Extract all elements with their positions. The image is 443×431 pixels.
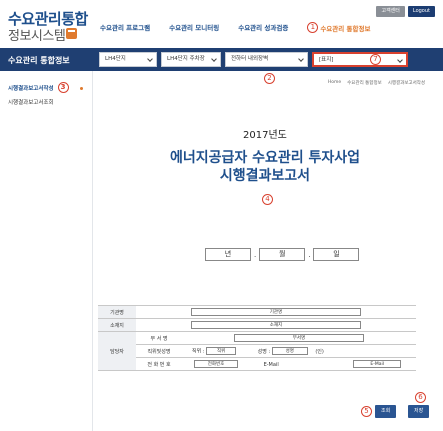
phone-field[interactable]: 전화번호 xyxy=(194,360,238,368)
sidebar-item-label: 시행결과보고서작성 xyxy=(8,85,54,92)
org-field[interactable]: 기관명 xyxy=(191,308,361,316)
date-month-field[interactable]: 월 xyxy=(259,248,306,261)
query-button[interactable]: 조회 xyxy=(375,405,397,418)
dept-label: 부 서 명 xyxy=(136,331,182,345)
step-marker-5: 5 xyxy=(361,406,372,417)
contact-info-table: 기관명 기관명 소재지 소재지 담당자 부 서 명 부서명 직위및성명 직위 :… xyxy=(98,305,416,371)
contact-label: 담당자 xyxy=(98,331,136,371)
customer-center-button[interactable]: 고객센터 xyxy=(376,6,405,17)
nav-dsm-verification[interactable]: 수요관리 성과검증 xyxy=(238,22,288,33)
email-cell: E-Mail xyxy=(338,357,416,371)
table-row: 전 화 번 호 전화번호 E-Mail E-Mail xyxy=(98,357,416,371)
breadcrumb-section[interactable]: 수요관리 통합정보 xyxy=(347,80,382,86)
sidebar-item-report-view[interactable]: 시행결과보고서조회 xyxy=(8,98,54,106)
name-prefix: 성명 : xyxy=(257,348,271,355)
phone-label: 전 화 번 호 xyxy=(136,357,182,371)
step-marker-3: 3 xyxy=(57,82,69,93)
table-row: 소재지 소재지 xyxy=(98,318,416,332)
email-field[interactable]: E-Mail xyxy=(353,360,402,368)
seal-label: (인) xyxy=(315,348,324,355)
equipment-select-value: 전하터 내외장벽 xyxy=(231,56,269,62)
nav-active-wrap: 1 수요관리 통합정보 xyxy=(307,22,389,33)
chevron-down-icon xyxy=(298,56,304,62)
save-button[interactable]: 저장 xyxy=(408,405,430,418)
email-label: E-Mail xyxy=(263,361,279,368)
nav-dsm-integrated-info[interactable]: 수요관리 통합정보 xyxy=(320,23,370,33)
top-utility-buttons: 고객센터 Logout xyxy=(376,6,435,17)
facility-select-value: LH4단지 주차장 xyxy=(167,56,205,62)
sidebar xyxy=(0,71,93,431)
equipment-select[interactable]: 전하터 내외장벽 xyxy=(225,52,308,67)
nav-dsm-monitoring[interactable]: 수요관리 모니터링 xyxy=(169,22,219,33)
report-year: 2017년도 xyxy=(243,130,287,141)
table-row: 직위및성명 직위 : 직위 성명 : 성명 (인) xyxy=(98,344,416,358)
address-label: 소재지 xyxy=(98,318,136,332)
report-section-select-value: [표지] xyxy=(319,57,334,63)
report-date: 년 . 월 . 일 xyxy=(205,248,360,261)
table-row: 담당자 부 서 명 부서명 xyxy=(98,331,416,371)
breadcrumb-current: 시행결과보고서작성 xyxy=(387,81,425,86)
active-indicator-dot xyxy=(80,87,83,90)
dept-field[interactable]: 부서명 xyxy=(234,334,364,342)
report-title-line2: 시행결과보고서 xyxy=(219,168,311,184)
header: 수요관리통합 정보시스템 고객센터 Logout 수요관리 프로그램 수요관리 … xyxy=(0,0,443,44)
step-marker-4: 4 xyxy=(262,194,273,205)
main-nav: 수요관리 프로그램 수요관리 모니터링 수요관리 성과검증 1 수요관리 통합정… xyxy=(100,22,389,33)
position-prefix: 직위 : xyxy=(192,348,205,355)
report-section-select[interactable]: [표지] 7 xyxy=(312,52,408,67)
address-field[interactable]: 소재지 xyxy=(191,321,361,329)
date-separator: . xyxy=(308,250,311,259)
chevron-down-icon xyxy=(211,56,217,62)
name-field[interactable]: 성명 xyxy=(271,347,308,355)
phone-cell: 전화번호 E-Mail xyxy=(182,357,339,371)
position-cell: 직위 : 직위 성명 : 성명 (인) xyxy=(182,344,416,358)
table-row: 기관명 기관명 xyxy=(98,305,416,319)
date-day-field[interactable]: 일 xyxy=(313,248,360,261)
position-field[interactable]: 직위 xyxy=(206,347,237,355)
facility-select[interactable]: LH4단지 주차장 xyxy=(161,52,221,67)
step-marker-7: 7 xyxy=(370,54,381,65)
site-select[interactable]: LH4단지 xyxy=(99,52,157,67)
address-cell: 소재지 xyxy=(136,318,416,332)
chevron-down-icon xyxy=(147,56,153,62)
logo-icon xyxy=(66,28,77,39)
org-cell: 기관명 xyxy=(136,305,416,319)
position-label: 직위및성명 xyxy=(136,344,182,358)
site-select-value: LH4단지 xyxy=(105,56,126,62)
org-label: 기관명 xyxy=(98,305,136,319)
logout-button[interactable]: Logout xyxy=(407,6,435,17)
step-marker-1: 1 xyxy=(307,22,319,33)
date-separator: . xyxy=(254,250,257,259)
breadcrumb: Home 수요관리 통합정보 시행결과보고서작성 xyxy=(328,80,425,86)
breadcrumb-home[interactable]: Home xyxy=(328,80,341,86)
section-title: 수요관리 통합정보 xyxy=(8,56,70,65)
step-marker-6: 6 xyxy=(415,392,426,403)
chevron-down-icon xyxy=(397,57,403,63)
date-year-field[interactable]: 년 xyxy=(205,248,251,261)
sidebar-item-report-write[interactable]: 시행결과보고서작성 3 xyxy=(8,82,71,93)
report-title-line1: 에너지공급자 수요관리 투자사업 xyxy=(169,150,361,166)
dept-cell: 부서명 xyxy=(182,331,416,345)
step-marker-2: 2 xyxy=(264,73,275,84)
logo-subtitle[interactable]: 정보시스템 xyxy=(8,25,66,44)
nav-dsm-program[interactable]: 수요관리 프로그램 xyxy=(100,22,150,33)
